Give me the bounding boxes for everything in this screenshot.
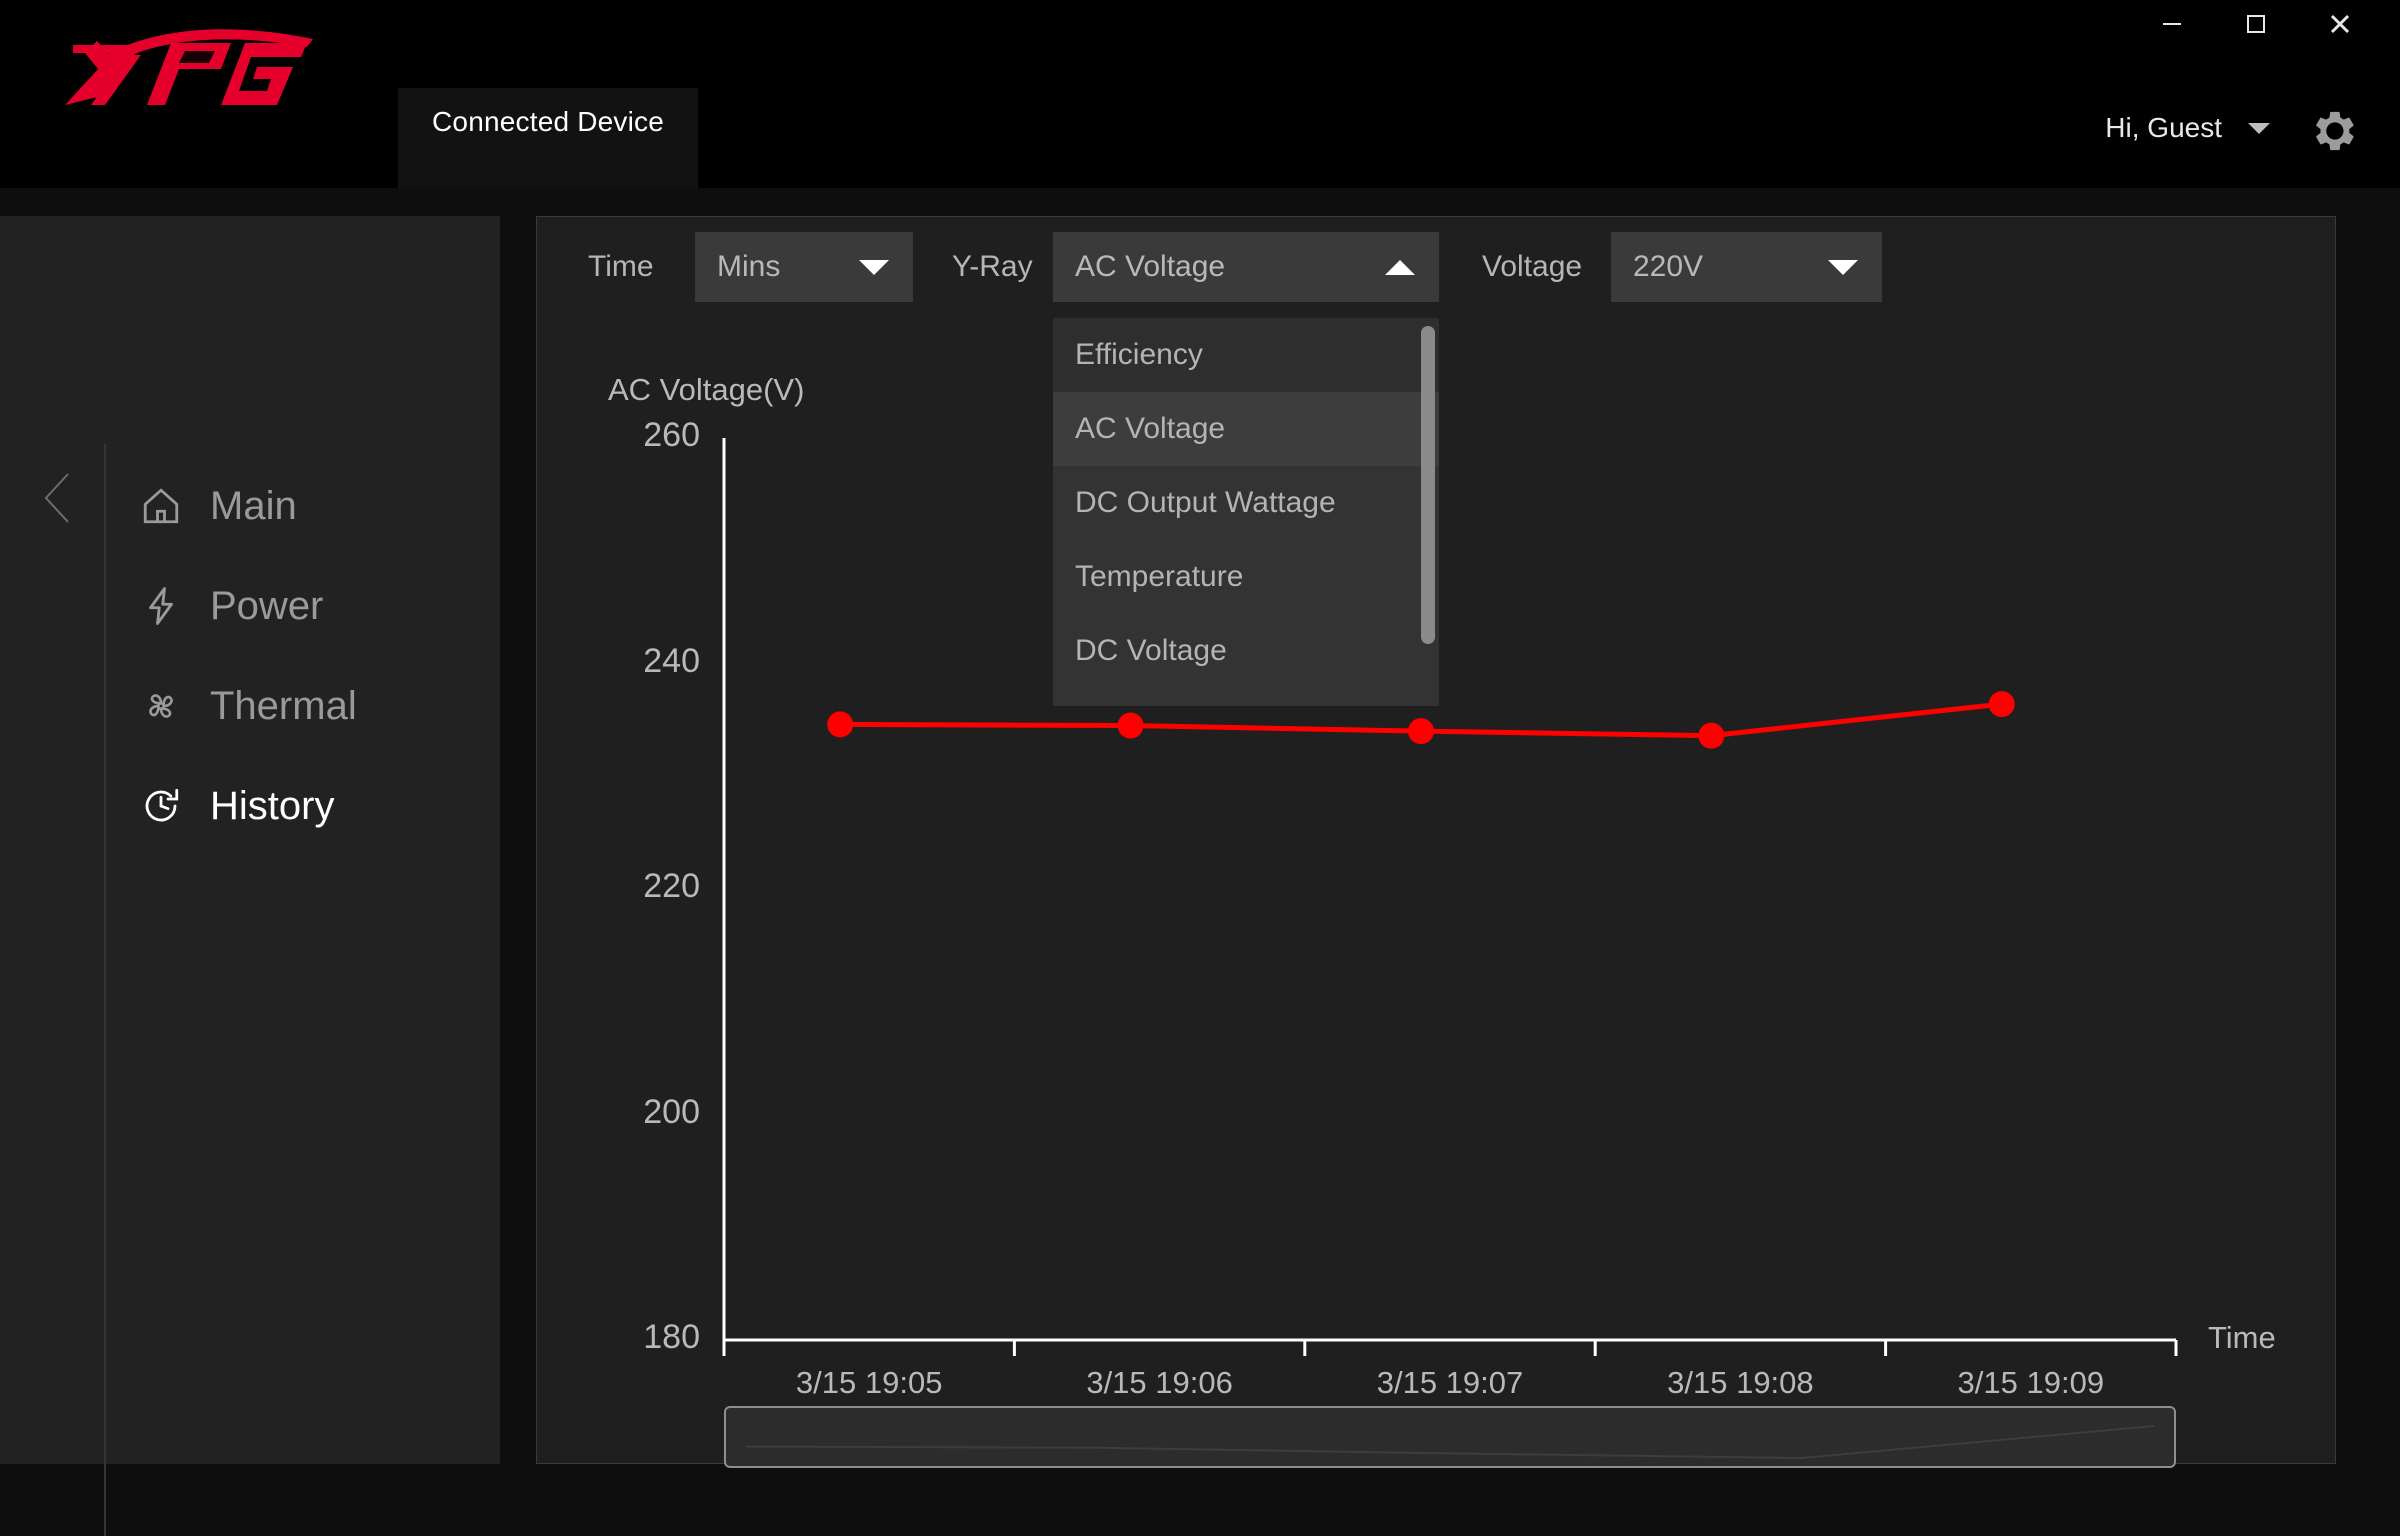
time-select-value: Mins: [717, 250, 781, 283]
tab-connected-device-label: Connected Device: [432, 106, 664, 137]
sidebar-item-thermal[interactable]: Thermal: [140, 656, 480, 756]
dropdown-scrollbar-thumb[interactable]: [1421, 326, 1435, 644]
yray-select-value: AC Voltage: [1075, 250, 1226, 283]
chevron-up-icon: [1385, 259, 1415, 275]
x-axis-tick-label: 3/15 19:09: [1957, 1365, 2105, 1400]
voltage-select-value: 220V: [1633, 250, 1704, 283]
chevron-left-icon[interactable]: [38, 468, 78, 528]
close-button[interactable]: [2298, 2, 2382, 46]
y-axis-tick-label: 180: [643, 1318, 700, 1356]
account-menu[interactable]: Hi, Guest: [2105, 112, 2270, 144]
sidebar-item-history[interactable]: History: [140, 756, 480, 856]
account-label: Hi, Guest: [2105, 112, 2222, 143]
time-select[interactable]: Mins: [695, 232, 913, 302]
dropdown-option-dc-output-wattage[interactable]: DC Output Wattage: [1053, 466, 1439, 540]
xpg-prime-app-window: Connected Device Hi, Guest Main Power Th…: [0, 0, 2400, 1536]
minimize-button[interactable]: [2130, 2, 2214, 46]
voltage-label: Voltage: [1482, 250, 1583, 283]
sidebar-item-history-label: History: [210, 783, 335, 828]
gear-icon[interactable]: [2312, 108, 2358, 159]
dropdown-option-label: Efficiency: [1075, 338, 1203, 371]
dropdown-option-ac-voltage[interactable]: AC Voltage: [1053, 392, 1439, 466]
dropdown-option-label: DC Voltage: [1075, 634, 1227, 667]
clock-history-icon: [140, 785, 196, 827]
dropdown-option-efficiency[interactable]: Efficiency: [1053, 318, 1439, 392]
x-axis-title: Time: [2208, 1320, 2276, 1355]
sidebar: Main Power Thermal History: [0, 216, 500, 1536]
y-axis-tick-label: 260: [643, 416, 700, 454]
maximize-button[interactable]: [2214, 2, 2298, 46]
sidebar-item-main-label: Main: [210, 483, 297, 528]
sidebar-divider: [104, 444, 106, 1536]
sidebar-item-main[interactable]: Main: [140, 456, 480, 556]
fan-icon: [140, 685, 196, 727]
chevron-down-icon: [1828, 259, 1858, 275]
lightning-bolt-icon: [140, 585, 196, 627]
y-axis-title: AC Voltage(V): [608, 372, 805, 407]
xpg-logo: [55, 29, 325, 110]
yray-dropdown-list[interactable]: Efficiency AC Voltage DC Output Wattage …: [1053, 318, 1439, 706]
x-axis-tick-label: 3/15 19:06: [1086, 1365, 1233, 1400]
window-controls: [2130, 0, 2382, 48]
yray-select[interactable]: AC Voltage: [1053, 232, 1439, 302]
tab-connected-device[interactable]: Connected Device: [398, 88, 698, 188]
dropdown-option-temperature[interactable]: Temperature: [1053, 540, 1439, 614]
sidebar-item-thermal-label: Thermal: [210, 683, 357, 728]
y-axis-tick-label: 200: [643, 1092, 700, 1131]
sidebar-nav: Main Power Thermal History: [140, 456, 480, 856]
home-icon: [140, 485, 196, 527]
dropdown-option-dc-voltage[interactable]: DC Voltage: [1053, 614, 1439, 688]
voltage-select[interactable]: 220V: [1611, 232, 1882, 302]
time-label: Time: [588, 250, 654, 283]
title-bar: Connected Device Hi, Guest: [0, 0, 2400, 188]
dropdown-option-label: DC Output Wattage: [1075, 486, 1336, 519]
sidebar-item-power-label: Power: [210, 583, 324, 628]
dropdown-option-label: AC Voltage: [1075, 412, 1226, 445]
x-axis-tick-label: 3/15 19:07: [1376, 1365, 1524, 1400]
y-axis-tick-label: 240: [643, 641, 700, 680]
sidebar-item-power[interactable]: Power: [140, 556, 480, 656]
yray-label: Y-Ray: [952, 250, 1033, 283]
x-axis-tick-label: 3/15 19:08: [1667, 1365, 1814, 1400]
dropdown-option-label: Temperature: [1075, 560, 1244, 593]
y-axis-tick-label: 220: [643, 867, 700, 905]
time-range-brush[interactable]: [724, 1406, 2176, 1468]
chevron-down-icon: [2248, 122, 2270, 134]
chevron-down-icon: [859, 259, 889, 275]
x-axis-tick-label: 3/15 19:05: [795, 1365, 943, 1400]
